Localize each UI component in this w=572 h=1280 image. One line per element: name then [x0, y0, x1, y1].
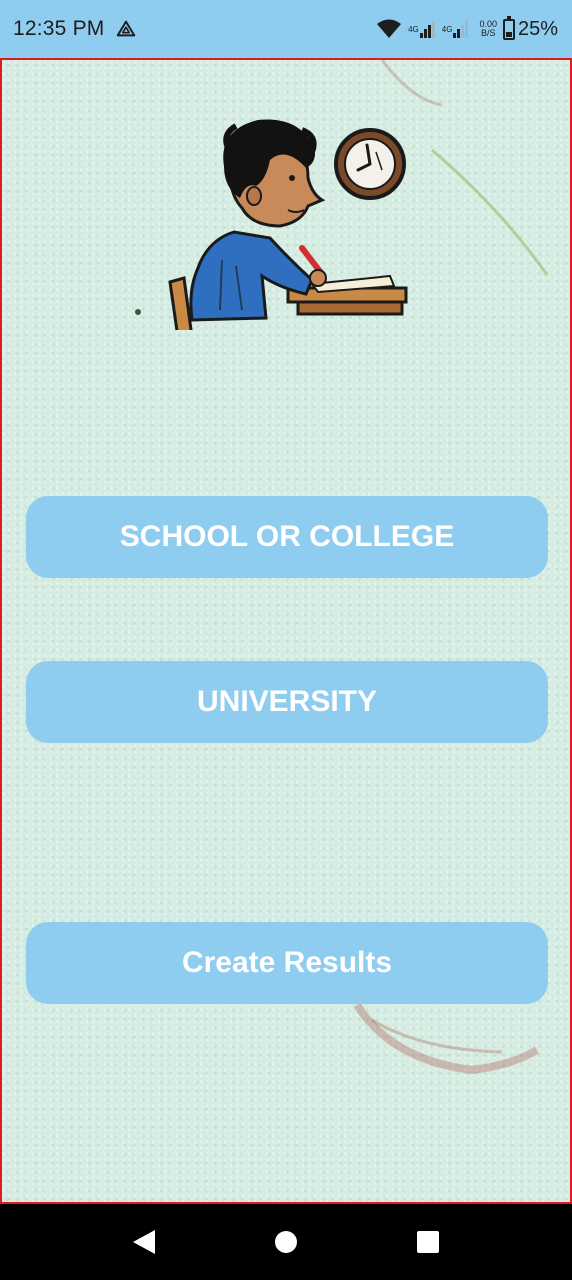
create-results-button[interactable]: Create Results [26, 922, 548, 1004]
home-icon [275, 1231, 297, 1253]
battery-percent: 25% [517, 17, 558, 40]
recents-icon [417, 1231, 439, 1253]
student-illustration [168, 119, 408, 330]
network-type-label: 4G [441, 24, 453, 34]
signal-icon: 4G [408, 20, 436, 38]
network-type-label: 4G [408, 24, 419, 34]
school-or-college-button[interactable]: SCHOOL OR COLLEGE [26, 496, 548, 578]
main-content: SCHOOL OR COLLEGE UNIVERSITY Create Resu… [0, 58, 572, 1204]
back-icon [133, 1230, 155, 1254]
drive-icon [116, 20, 135, 37]
status-bar: 12:35 PM 4G 4G 0.00 B/S 25% [0, 0, 572, 58]
home-button[interactable] [266, 1222, 306, 1262]
status-right: 4G 4G 0.00 B/S 25% [370, 15, 558, 41]
recents-button[interactable] [408, 1222, 448, 1262]
signal-icon: 4G [442, 20, 470, 38]
university-button[interactable]: UNIVERSITY [26, 661, 548, 743]
navigation-bar [0, 1204, 572, 1280]
clock-icon [334, 128, 406, 200]
back-button[interactable] [124, 1222, 164, 1262]
status-time: 12:35 PM [13, 17, 105, 40]
net-speed-unit: B/S [480, 28, 496, 38]
wifi-icon [377, 19, 402, 38]
battery-icon [502, 15, 515, 40]
status-left: 12:35 PM [13, 17, 137, 41]
battery: 25% [502, 15, 558, 41]
net-speed: 0.00 B/S [479, 20, 497, 38]
